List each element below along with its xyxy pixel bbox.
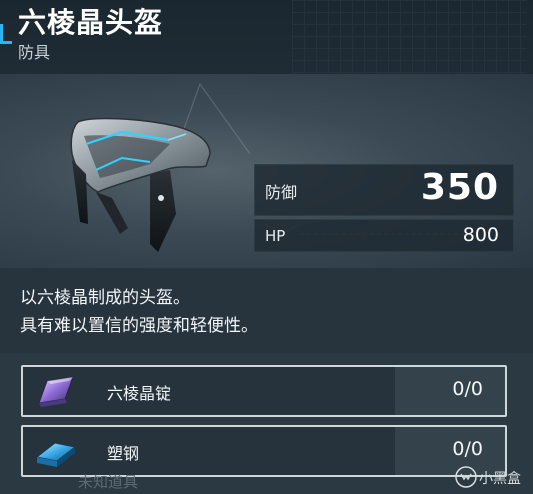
item-showcase: 防御 350 HP 800 [0,74,533,268]
item-detail-panel: 六棱晶头盔 防具 防御 350 HP 800 以六棱晶制成的头盔。 具有难以置信… [0,0,533,494]
header-grid-decoration [292,0,527,74]
defense-stat: 防御 350 [254,164,514,216]
hp-value: 800 [462,224,499,246]
item-header: 六棱晶头盔 防具 [0,0,533,74]
corner-accent [0,24,12,44]
defense-label: 防御 [265,183,298,202]
material-row[interactable]: 塑钢 0/0 [21,425,507,477]
description-line-1: 以六棱晶制成的头盔。 [20,288,190,308]
material-count-box: 0/0 [395,367,505,415]
item-title: 六棱晶头盔 [18,6,164,39]
material-name: 六棱晶锭 [107,384,172,403]
material-count: 0/0 [452,378,483,400]
helmet-icon [70,117,211,252]
unknown-item-text: 未知道具 [78,473,139,491]
hp-label: HP [265,227,286,245]
description-line-2: 具有难以置信的强度和轻便性。 [20,316,258,336]
heybox-logo-icon [455,466,477,488]
material-name: 塑钢 [107,444,140,463]
material-count: 0/0 [452,438,483,460]
watermark-text: 小黑盒 [479,471,521,487]
item-description: 以六棱晶制成的头盔。 具有难以置信的强度和轻便性。 [0,268,533,353]
plasteel-icon [23,427,87,475]
hp-stat: HP 800 [254,219,514,252]
stats-panel: 防御 350 HP 800 [254,164,514,252]
watermark: 小黑盒 [453,462,531,492]
item-category: 防具 [18,43,51,62]
crystal-ingot-icon [23,367,87,415]
defense-value: 350 [420,167,499,208]
material-row[interactable]: 六棱晶锭 0/0 [21,365,507,417]
